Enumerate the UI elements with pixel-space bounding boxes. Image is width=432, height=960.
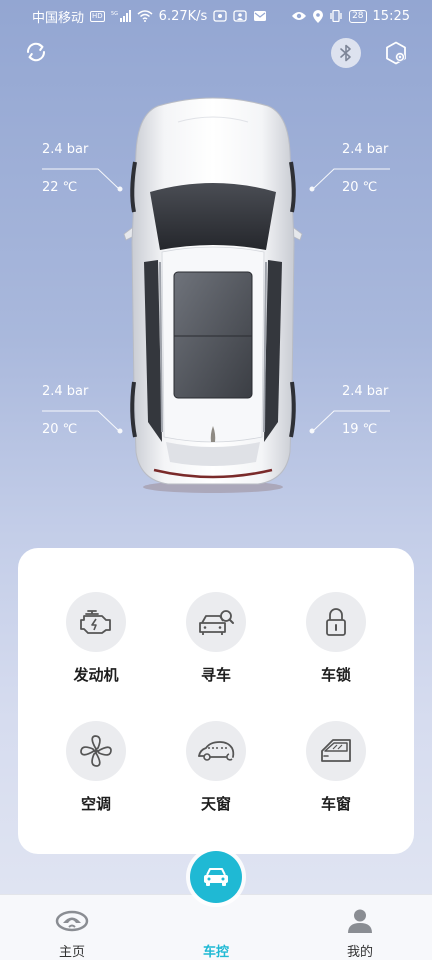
car-top-view-image xyxy=(123,97,303,493)
car-icon xyxy=(204,868,228,886)
sunroof-button[interactable]: 天窗 xyxy=(166,721,266,814)
tire-pressure: 2.4 bar xyxy=(342,142,389,157)
find-car-icon xyxy=(199,610,234,635)
nav-vehicle-control-label: 车控 xyxy=(202,945,229,960)
air-conditioning-button[interactable]: 空调 xyxy=(46,721,146,814)
nav-vehicle-control[interactable]: 车控 xyxy=(166,851,266,960)
vehicle-control-fab[interactable] xyxy=(190,851,242,903)
engine-icon-circle xyxy=(66,592,126,652)
fan-icon xyxy=(80,735,112,767)
person-icon xyxy=(347,907,373,935)
brand-logo-icon xyxy=(55,907,89,935)
tire-front-right: 2.4 bar 20 ℃ xyxy=(342,142,422,198)
tire-front-left: 2.4 bar 22 ℃ xyxy=(42,142,122,198)
engine-icon xyxy=(80,610,111,634)
sunroof-label: 天窗 xyxy=(200,795,231,813)
fan-icon-circle xyxy=(66,721,126,781)
window-icon xyxy=(321,739,351,762)
nav-home-label: 主页 xyxy=(58,945,85,960)
sunroof-icon xyxy=(198,741,235,761)
nav-profile[interactable]: 我的 xyxy=(310,895,410,960)
tire-temperature: 20 ℃ xyxy=(342,180,378,195)
find-car-label: 寻车 xyxy=(200,666,231,684)
tire-temperature: 19 ℃ xyxy=(342,422,378,437)
window-icon-circle xyxy=(306,721,366,781)
engine-label: 发动机 xyxy=(73,666,119,684)
car-window-button[interactable]: 车窗 xyxy=(286,721,386,814)
car-lock-button[interactable]: 车锁 xyxy=(286,592,386,685)
car-window-label: 车窗 xyxy=(320,795,351,813)
sunroof-icon-circle xyxy=(186,721,246,781)
vehicle-control-panel: 发动机 寻车 车锁 空调 天窗 车窗 xyxy=(18,548,414,854)
lock-icon xyxy=(326,608,346,636)
engine-control-button[interactable]: 发动机 xyxy=(46,592,146,685)
tire-pressure: 2.4 bar xyxy=(342,384,389,399)
tire-temperature: 22 ℃ xyxy=(42,180,78,195)
air-conditioning-label: 空调 xyxy=(80,795,111,813)
find-car-icon-circle xyxy=(186,592,246,652)
car-lock-label: 车锁 xyxy=(320,666,351,684)
nav-profile-label: 我的 xyxy=(346,945,373,960)
tire-rear-right: 2.4 bar 19 ℃ xyxy=(342,384,422,440)
nav-home[interactable]: 主页 xyxy=(22,895,122,960)
tire-rear-left: 2.4 bar 20 ℃ xyxy=(42,384,122,440)
tire-temperature: 20 ℃ xyxy=(42,422,78,437)
lock-icon-circle xyxy=(306,592,366,652)
tire-pressure: 2.4 bar xyxy=(42,384,89,399)
bottom-navigation: 主页 车控 我的 xyxy=(0,851,432,960)
tire-pressure: 2.4 bar xyxy=(42,142,89,157)
find-car-button[interactable]: 寻车 xyxy=(166,592,266,685)
